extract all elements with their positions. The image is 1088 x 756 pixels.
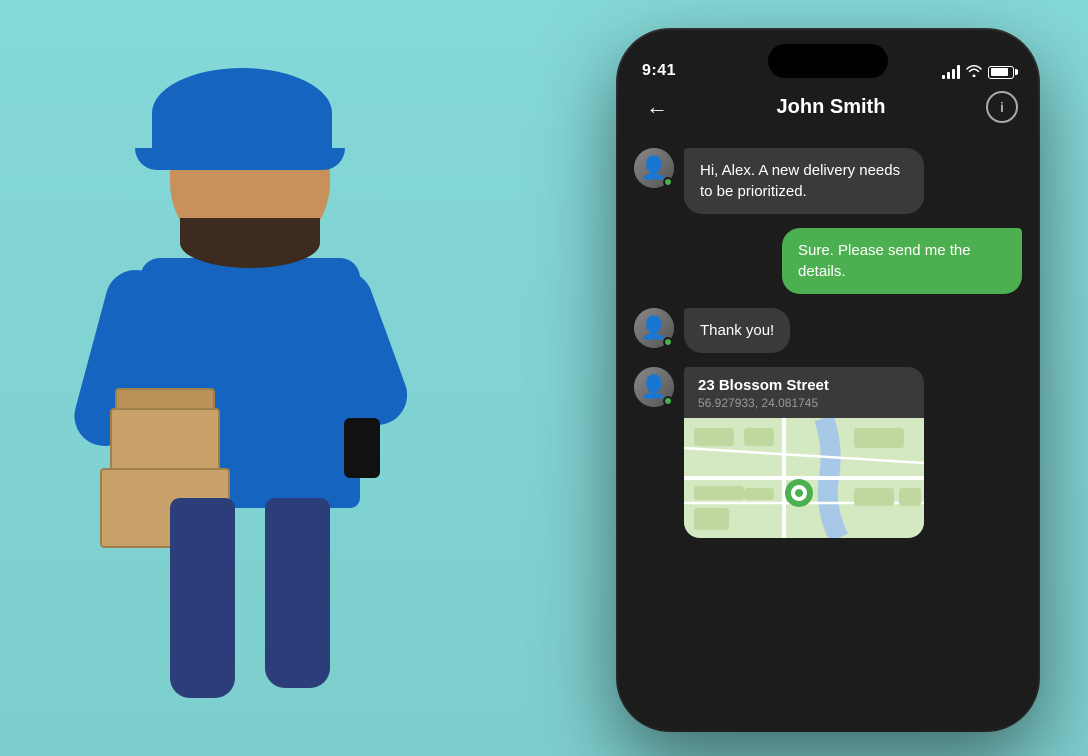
hand-phone — [344, 418, 380, 478]
signal-bars-icon — [942, 65, 960, 79]
battery-icon — [988, 66, 1014, 79]
chat-screen: 9:41 — [618, 30, 1038, 730]
signal-bar-1 — [942, 75, 945, 79]
phone-mockup: 9:41 — [598, 30, 1058, 750]
message-bubble-2: Sure. Please send me the details. — [782, 228, 1022, 294]
leg-left — [170, 498, 235, 698]
signal-bar-2 — [947, 72, 950, 79]
avatar-john-1 — [634, 148, 674, 188]
delivery-person-figure — [20, 0, 500, 756]
online-indicator-4 — [663, 396, 673, 406]
location-coordinates: 56.927933, 24.081745 — [698, 396, 910, 410]
phone-frame: 9:41 — [618, 30, 1038, 730]
info-button[interactable]: i — [986, 91, 1018, 123]
message-text-1: Hi, Alex. A new delivery needs to be pri… — [700, 162, 900, 200]
message-bubble-1: Hi, Alex. A new delivery needs to be pri… — [684, 148, 924, 214]
status-icons — [942, 64, 1014, 80]
battery-fill — [991, 68, 1009, 76]
message-text-2: Sure. Please send me the details. — [798, 242, 971, 280]
beard — [180, 218, 320, 268]
cap-brim — [135, 148, 345, 170]
online-indicator-1 — [663, 177, 673, 187]
back-button[interactable]: ← — [638, 90, 676, 124]
location-card[interactable]: 23 Blossom Street 56.927933, 24.081745 — [684, 367, 924, 538]
location-info: 23 Blossom Street 56.927933, 24.081745 — [684, 367, 924, 418]
message-text-3: Thank you! — [700, 322, 774, 339]
location-name: 23 Blossom Street — [698, 377, 910, 394]
signal-bar-4 — [957, 65, 960, 79]
avatar-john-3 — [634, 308, 674, 348]
map-preview — [684, 418, 924, 538]
message-row-location-4: 23 Blossom Street 56.927933, 24.081745 — [634, 367, 1022, 538]
message-row-received-3: Thank you! — [634, 308, 1022, 353]
avatar-john-4 — [634, 367, 674, 407]
wifi-icon — [966, 64, 982, 80]
cap — [152, 68, 332, 158]
leg-right — [265, 498, 330, 688]
dynamic-island — [768, 44, 888, 78]
signal-bar-3 — [952, 69, 955, 79]
online-indicator-3 — [663, 337, 673, 347]
status-time: 9:41 — [642, 62, 676, 80]
message-bubble-3: Thank you! — [684, 308, 790, 353]
chat-contact-name: John Smith — [676, 96, 986, 119]
person-canvas — [80, 28, 440, 728]
message-row-received-1: Hi, Alex. A new delivery needs to be pri… — [634, 148, 1022, 214]
message-row-sent-2: Sure. Please send me the details. — [634, 228, 1022, 294]
chat-messages: Hi, Alex. A new delivery needs to be pri… — [618, 138, 1038, 730]
